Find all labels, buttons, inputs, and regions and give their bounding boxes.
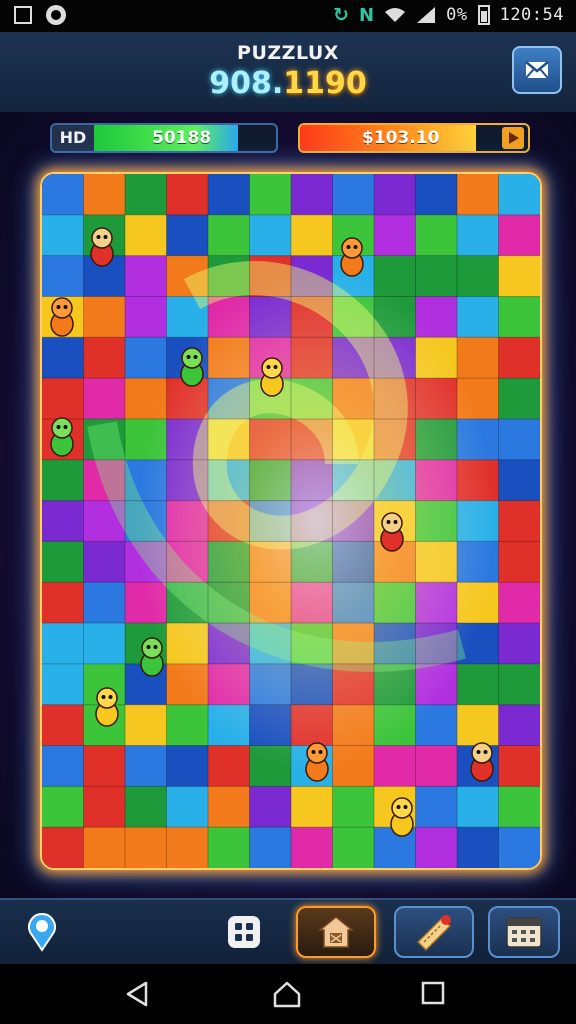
home-button[interactable] (296, 906, 376, 958)
game-header: PUZZLUX 908.1190 (0, 32, 576, 114)
fox-character[interactable] (305, 742, 329, 782)
hd-meter-tag: HD (52, 125, 94, 151)
frog-character[interactable] (180, 347, 204, 387)
hd-meter-value: 50188 (152, 128, 212, 148)
bird-character[interactable] (470, 742, 494, 782)
battery-icon (477, 5, 490, 25)
score-display: 908.1190 (0, 66, 576, 101)
menu-button[interactable] (512, 46, 562, 94)
monster-character[interactable] (390, 797, 414, 837)
calendar-button[interactable] (488, 906, 560, 958)
status-bar: ↻ N 0% 120:54 (0, 0, 576, 32)
grid-icon (228, 916, 260, 948)
hd-meter: HD 50188 (50, 123, 278, 153)
calendar-icon (506, 917, 542, 948)
back-icon[interactable] (124, 980, 152, 1008)
map-pin-button[interactable] (20, 906, 64, 958)
ticket-button[interactable] (394, 906, 474, 958)
score-part-2: 1190 (283, 66, 367, 101)
recents-icon[interactable] (420, 980, 446, 1006)
fox-character[interactable] (50, 297, 74, 337)
bottom-nav (0, 898, 576, 966)
signal-icon (417, 7, 436, 23)
sync-icon: ↻ (333, 4, 350, 26)
notification-circle-icon (46, 5, 66, 25)
pig-character[interactable] (380, 512, 404, 552)
notification-box-icon (14, 6, 32, 24)
puzzle-board[interactable] (40, 172, 542, 870)
map-pin-icon (28, 913, 56, 952)
nfc-icon: N (359, 4, 375, 26)
coin-meter: $103.10 (298, 123, 530, 153)
score-part-1: 908. (209, 66, 284, 101)
grid-button[interactable] (222, 906, 266, 958)
app-title: PUZZLUX (237, 42, 339, 64)
envelope-icon (525, 61, 549, 79)
bird-character[interactable] (90, 227, 114, 267)
home-nav-icon[interactable] (272, 980, 302, 1008)
monster-character[interactable] (260, 357, 284, 397)
play-arrow-button[interactable] (502, 127, 524, 149)
battery-percent: 0% (446, 5, 468, 25)
game-stage: HD 50188 $103.10 (0, 112, 576, 898)
knight-character[interactable] (95, 687, 119, 727)
coin-meter-value: $103.10 (362, 128, 440, 148)
puzzle-board-canvas[interactable] (42, 174, 540, 868)
blob-character[interactable] (140, 637, 164, 677)
home-icon (318, 916, 354, 948)
system-nav-bar (0, 964, 576, 1024)
cat-character[interactable] (340, 237, 364, 277)
ticket-icon (416, 915, 452, 952)
frog-character[interactable] (50, 417, 74, 457)
clock: 120:54 (499, 5, 564, 25)
wifi-icon (385, 8, 406, 22)
